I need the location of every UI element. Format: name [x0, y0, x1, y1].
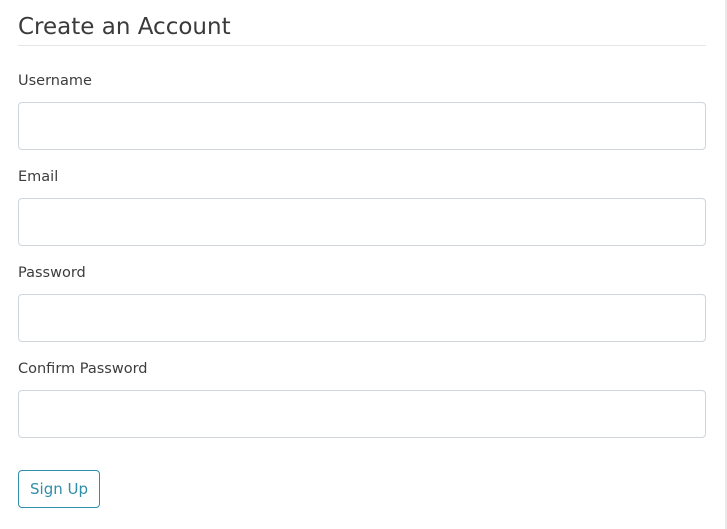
- username-input[interactable]: [18, 102, 706, 150]
- email-input[interactable]: [18, 198, 706, 246]
- page-title: Create an Account: [18, 14, 231, 40]
- sign-up-button[interactable]: Sign Up: [18, 470, 100, 508]
- password-label: Password: [18, 265, 86, 281]
- title-divider: [18, 45, 706, 46]
- confirm-password-label: Confirm Password: [18, 361, 148, 377]
- confirm-password-input[interactable]: [18, 390, 706, 438]
- username-label: Username: [18, 73, 92, 89]
- email-label: Email: [18, 169, 59, 185]
- password-input[interactable]: [18, 294, 706, 342]
